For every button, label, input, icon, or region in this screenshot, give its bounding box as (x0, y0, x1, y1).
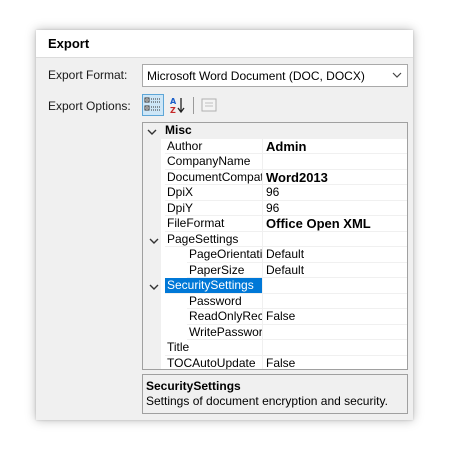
row-margin (143, 355, 161, 369)
chevron-down-icon[interactable] (149, 281, 159, 291)
property-name-writepassword[interactable]: WritePassword (187, 325, 262, 340)
property-value-tocautoupdate[interactable]: False (262, 355, 407, 369)
export-format-value: Microsoft Word Document (DOC, DOCX) (147, 69, 365, 83)
property-pages-button[interactable] (198, 94, 220, 116)
property-name-dpix[interactable]: DpiX (165, 185, 262, 201)
export-format-select[interactable]: Microsoft Word Document (DOC, DOCX) (142, 64, 408, 87)
property-row-title[interactable]: Title (143, 340, 407, 356)
property-name-tocautoupdate[interactable]: TOCAutoUpdate (165, 356, 262, 370)
property-value-misc (143, 123, 146, 139)
categorized-icon (143, 97, 163, 118)
property-row-writepassword[interactable]: WritePassword (143, 324, 407, 340)
property-row-dpix[interactable]: DpiX 96 (143, 185, 407, 201)
property-name-papersize[interactable]: PaperSize (187, 263, 262, 278)
property-value-pageorientatior[interactable]: Default (262, 247, 407, 263)
categorized-view-button[interactable] (142, 94, 164, 116)
property-value-writepassword[interactable] (262, 324, 407, 340)
property-grid-toolbar: A Z (142, 94, 408, 118)
property-row-tocautoupdate[interactable]: TOCAutoUpdate False (143, 355, 407, 370)
row-margin (143, 309, 161, 325)
property-name-readonlyreco[interactable]: ReadOnlyReco (187, 309, 262, 325)
row-margin (143, 247, 161, 263)
property-row-password[interactable]: Password (143, 293, 407, 309)
property-value-papersize[interactable]: Default (262, 262, 407, 278)
property-name-title[interactable]: Title (165, 340, 262, 356)
property-value-companyname[interactable] (262, 154, 407, 170)
property-value-fileformat[interactable]: Office Open XML (262, 216, 407, 232)
sort-az-icon: A Z (167, 97, 189, 119)
property-value-dpix[interactable]: 96 (262, 185, 407, 201)
export-options-label: Export Options: (48, 99, 131, 113)
property-value-readonlyreco[interactable]: False (262, 309, 407, 325)
chevron-down-icon[interactable] (147, 126, 157, 136)
chevron-down-icon[interactable] (149, 235, 159, 245)
property-name-securitysettings[interactable]: SecuritySettings (165, 278, 262, 294)
export-format-label: Export Format: (48, 68, 128, 82)
property-row-author[interactable]: Author Admin (143, 138, 407, 154)
property-value-documentcompatib[interactable]: Word2013 (262, 169, 407, 185)
svg-text:Z: Z (170, 106, 176, 115)
property-row-pagesettings[interactable]: PageSettings (143, 231, 407, 247)
row-margin (143, 154, 161, 170)
export-settings-panel: Export Export Format: Microsoft Word Doc… (36, 30, 413, 420)
property-name-author[interactable]: Author (165, 139, 262, 154)
toolbar-separator (193, 97, 194, 114)
row-margin (143, 138, 161, 154)
property-row-dpiy[interactable]: DpiY 96 (143, 200, 407, 216)
row-margin (143, 262, 161, 278)
property-row-pageorientatior[interactable]: PageOrientatiorDefault (143, 247, 407, 263)
help-panel: SecuritySettings Settings of document en… (142, 374, 408, 414)
property-value-title[interactable] (262, 340, 407, 356)
alphabetical-sort-button[interactable]: A Z (167, 94, 189, 116)
property-name-documentcompatib[interactable]: DocumentCompatib (165, 170, 262, 185)
property-name-companyname[interactable]: CompanyName (165, 154, 262, 170)
property-name-pageorientatior[interactable]: PageOrientatior (187, 247, 262, 263)
row-margin (143, 185, 161, 201)
property-name-password[interactable]: Password (187, 294, 262, 309)
row-margin (143, 200, 161, 216)
property-name-dpiy[interactable]: DpiY (165, 201, 262, 216)
row-margin (143, 324, 161, 340)
chevron-down-icon (392, 69, 402, 81)
property-name-misc[interactable]: Misc (163, 123, 262, 139)
row-margin (143, 216, 161, 232)
property-name-pagesettings[interactable]: PageSettings (165, 232, 262, 247)
property-row-fileformat[interactable]: FileFormat Office Open XML (143, 216, 407, 232)
property-row-companyname[interactable]: CompanyName (143, 154, 407, 170)
property-row-papersize[interactable]: PaperSize Default (143, 262, 407, 278)
property-grid[interactable]: MiscAuthorAdminCompanyNameDocumentCompat… (142, 122, 408, 370)
svg-text:A: A (170, 97, 177, 106)
property-value-securitysettings[interactable] (262, 278, 407, 294)
property-value-author[interactable]: Admin (262, 138, 407, 154)
category-row-misc[interactable]: Misc (143, 123, 407, 139)
row-margin (143, 169, 161, 185)
help-title: SecuritySettings (146, 379, 241, 393)
property-value-pagesettings[interactable] (262, 231, 407, 247)
section-title: Export (36, 30, 413, 58)
property-row-readonlyreco[interactable]: ReadOnlyRecoFalse (143, 309, 407, 325)
property-name-fileformat[interactable]: FileFormat (165, 216, 262, 232)
property-pages-icon (198, 98, 220, 119)
row-margin (143, 340, 161, 356)
property-value-password[interactable] (262, 293, 407, 309)
property-row-documentcompatib[interactable]: DocumentCompatibWord2013 (143, 169, 407, 185)
help-description: Settings of document encryption and secu… (146, 394, 388, 408)
property-value-dpiy[interactable]: 96 (262, 200, 407, 216)
property-row-securitysettings[interactable]: SecuritySettings (143, 278, 407, 294)
row-margin (143, 293, 161, 309)
